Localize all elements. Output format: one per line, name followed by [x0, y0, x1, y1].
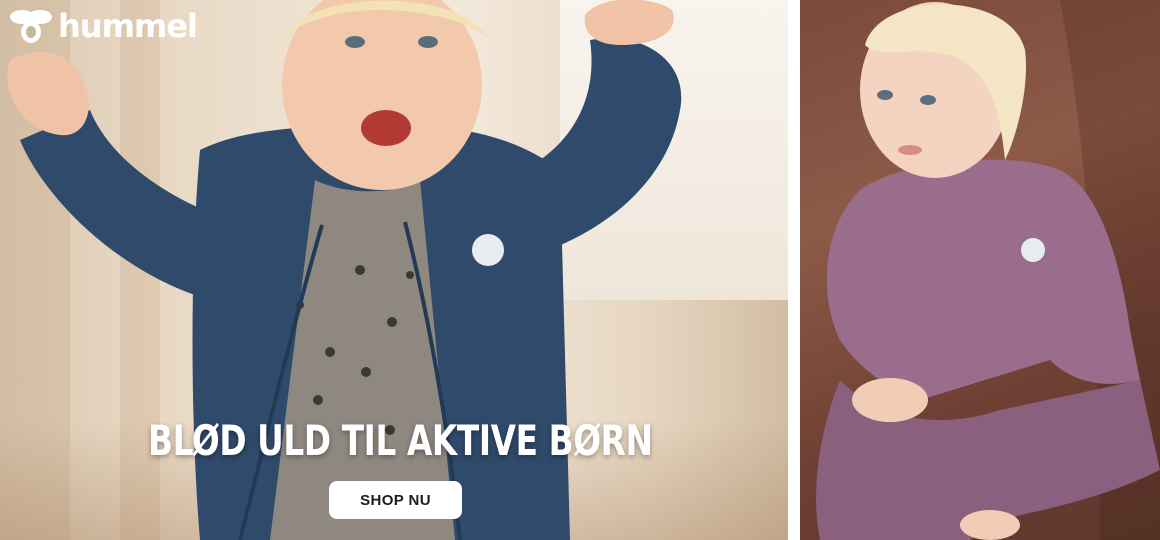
cardigan-logo-patch: [472, 234, 504, 266]
hero-banner: hummel BLØD ULD TIL AKTIVE BØRN SHOP NU: [0, 0, 1160, 540]
hero-headline: BLØD ULD TIL AKTIVE BØRN: [148, 416, 653, 465]
baby-illustration: [816, 0, 1160, 540]
hummel-logo[interactable]: hummel: [8, 7, 198, 45]
sweater-logo-patch: [1021, 238, 1045, 262]
hero-image-right[interactable]: [800, 0, 1160, 540]
hummel-bee-icon: [10, 10, 52, 43]
brand-wordmark: hummel: [58, 7, 198, 45]
hand-left: [7, 51, 89, 136]
shop-now-button[interactable]: SHOP NU: [329, 481, 462, 519]
hand-right: [584, 0, 674, 45]
hero-image-left[interactable]: hummel BLØD ULD TIL AKTIVE BØRN: [0, 0, 788, 540]
